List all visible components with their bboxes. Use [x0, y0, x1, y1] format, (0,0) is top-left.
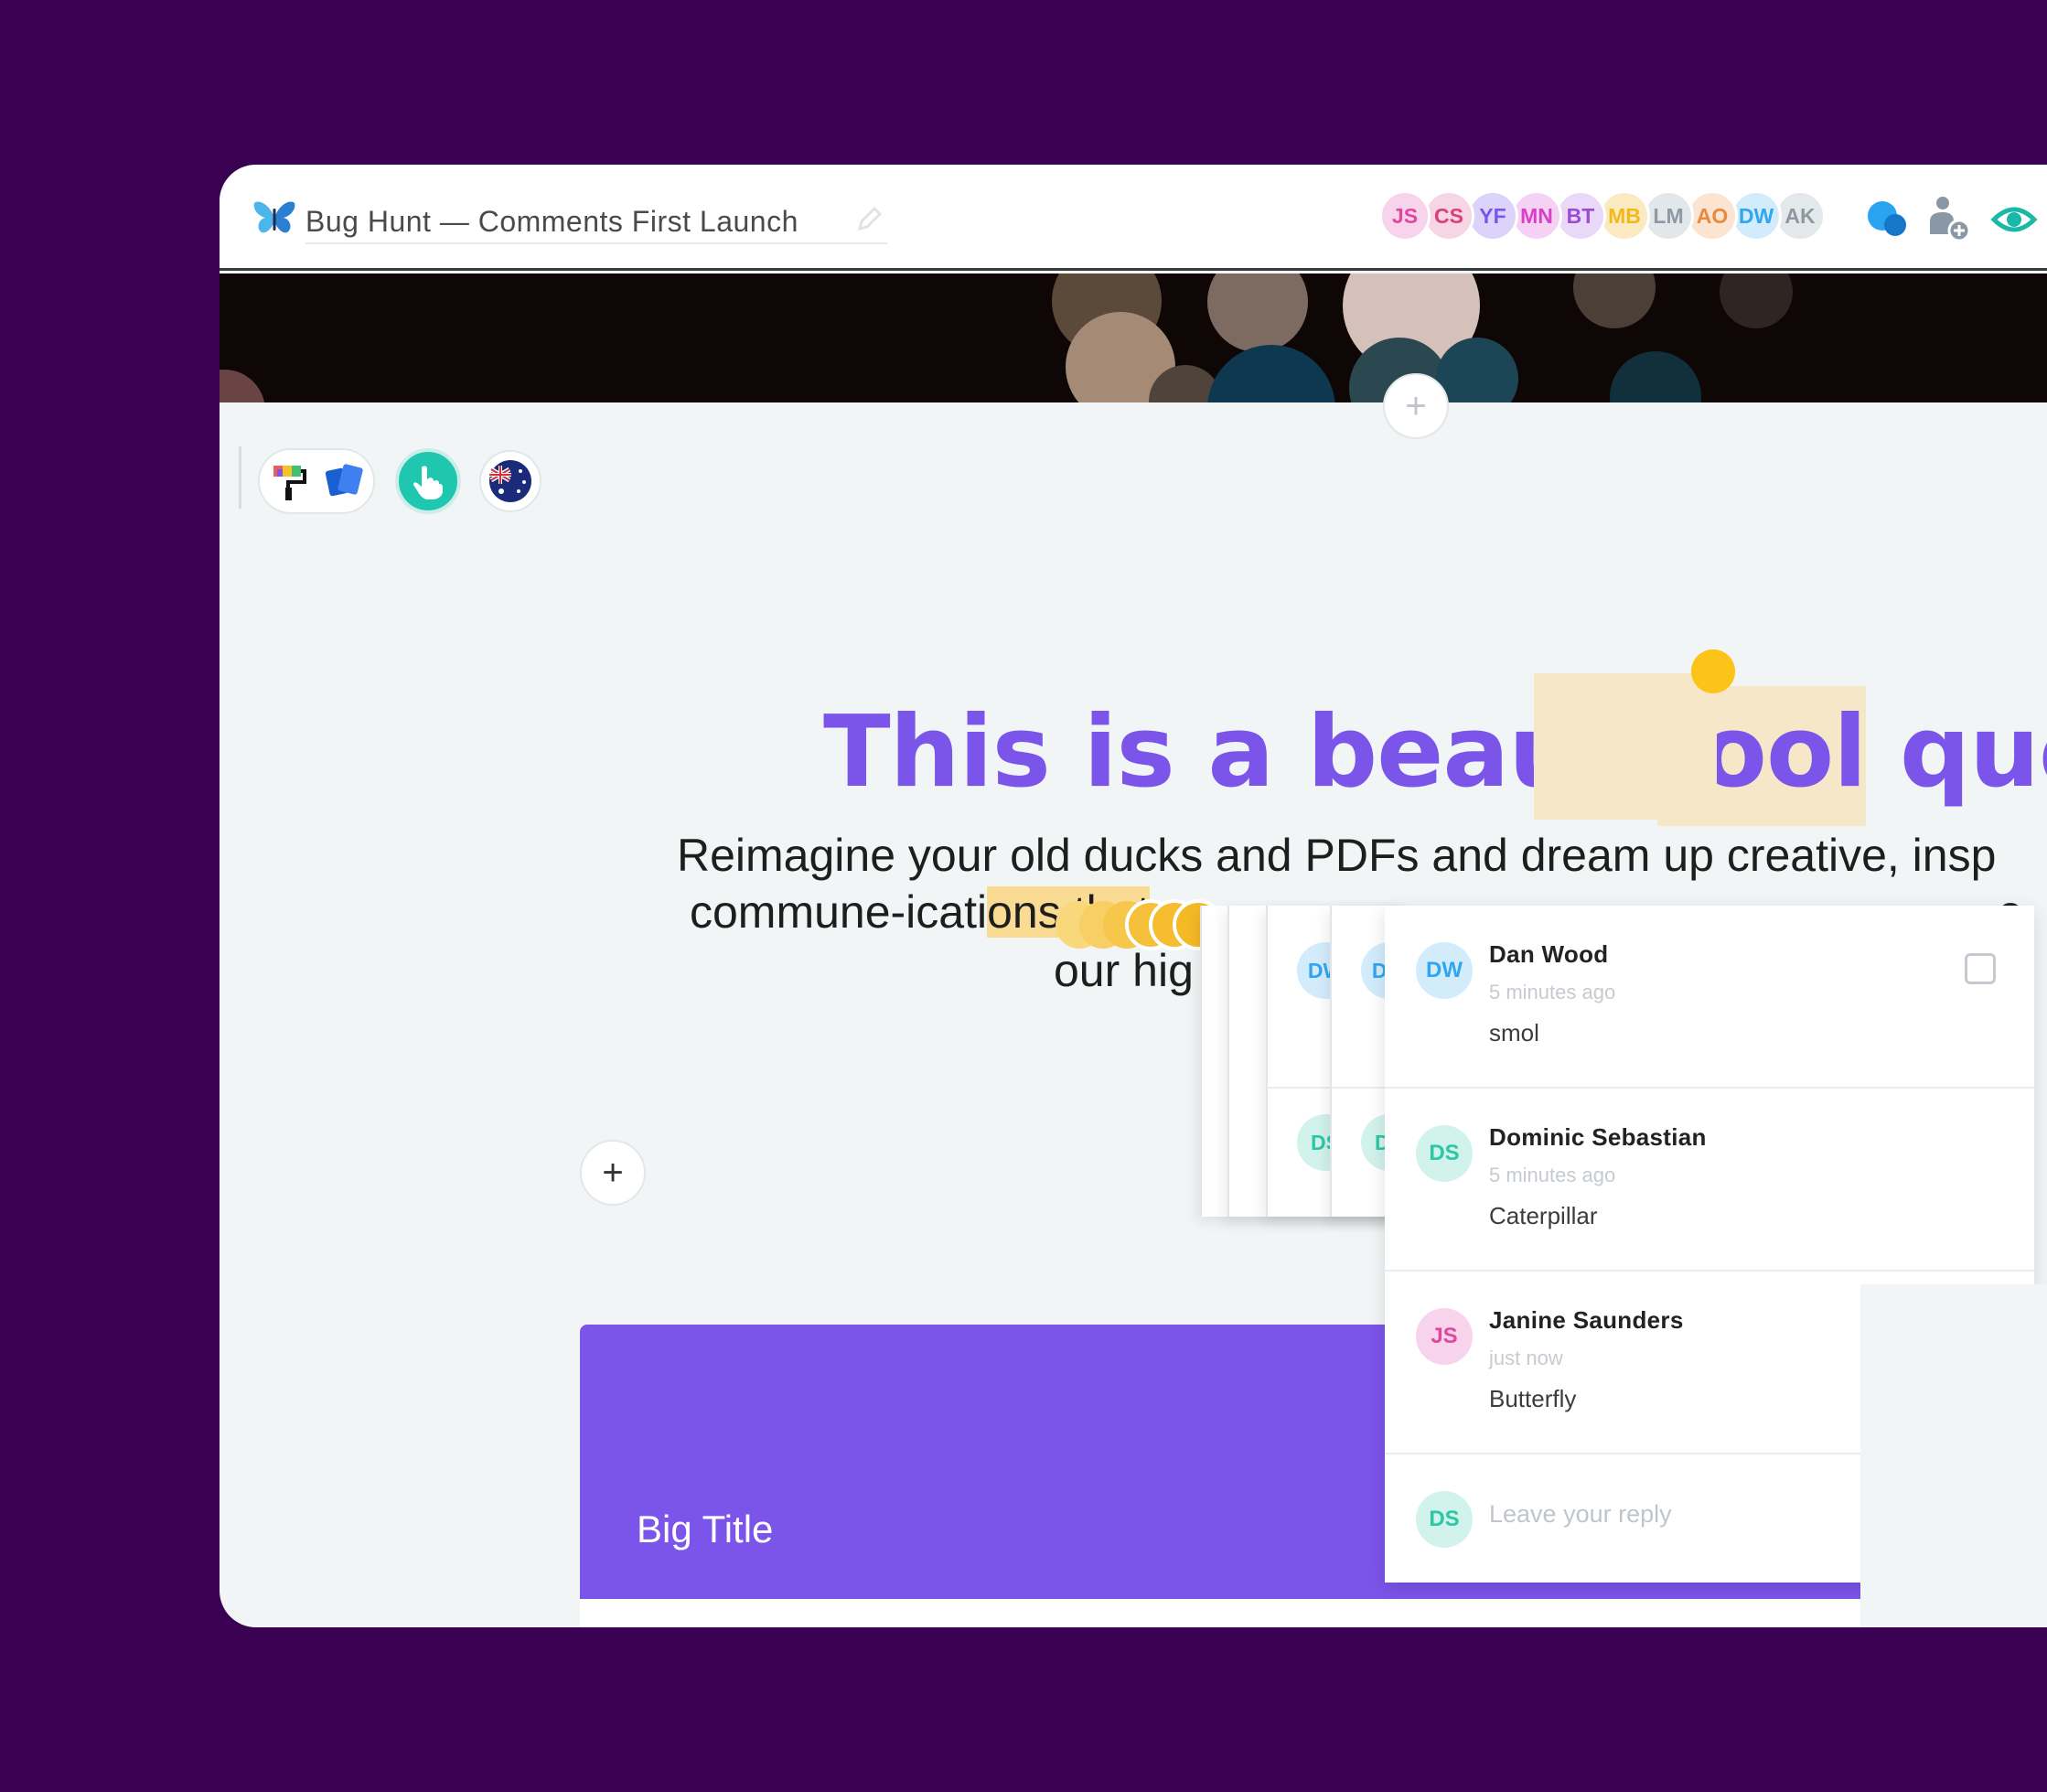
collaborator-avatar[interactable]: LM [1643, 190, 1694, 241]
paragraph-line-2-start: commune-icati [690, 886, 988, 938]
comment-text: Butterfly [1489, 1385, 1577, 1412]
comment-text: Caterpillar [1489, 1202, 1598, 1229]
canvas-background [1860, 1284, 2047, 1627]
pencil-icon[interactable] [852, 203, 885, 236]
collaborator-avatar[interactable]: MB [1599, 190, 1650, 241]
collaborator-avatar[interactable]: CS [1423, 190, 1474, 241]
quote-heading[interactable]: This is a beautifool quote [823, 686, 2047, 826]
eye-icon[interactable] [1988, 194, 2040, 245]
document-title[interactable]: Bug Hunt — Comments First Launch [305, 205, 798, 239]
collaborator-avatar[interactable]: BT [1555, 190, 1606, 241]
collaborator-avatar[interactable]: DW [1731, 190, 1782, 241]
chat-bubbles-icon[interactable] [1862, 194, 1913, 245]
comment-marker-dot[interactable] [1691, 649, 1735, 693]
header-image [220, 274, 2047, 402]
comment-time: 5 minutes ago [1489, 1164, 1616, 1186]
add-block-label: + [602, 1153, 624, 1193]
card-title[interactable]: Big Title [637, 1508, 773, 1551]
comment-time: 5 minutes ago [1489, 981, 1616, 1003]
card-bottom-strip [580, 1599, 1860, 1627]
comment-author: Janine Saunders [1489, 1306, 1684, 1334]
australia-flag-icon[interactable] [479, 450, 541, 512]
resolve-checkbox[interactable] [1965, 953, 1996, 984]
comment-text: smol [1489, 1019, 1539, 1046]
quote-text-start: This is a beauti [823, 695, 1658, 810]
butterfly-icon[interactable] [252, 199, 296, 236]
paint-roller-icon[interactable] [260, 450, 318, 512]
comment-time: just now [1489, 1347, 1563, 1369]
reply-input[interactable]: Leave your reply [1489, 1500, 1672, 1529]
comment-item[interactable]: DS Dominic Sebastian 5 minutes ago Cater… [1385, 1089, 2034, 1272]
collaborator-avatar[interactable]: JS [1379, 190, 1431, 241]
editor-window: Bug Hunt — Comments First Launch JS CS YF M… [220, 165, 2047, 1627]
toolbar-divider [239, 446, 241, 509]
comment-author: Dan Wood [1489, 940, 1609, 968]
comment-item[interactable]: DW Dan Wood 5 minutes ago smol [1385, 906, 2034, 1089]
add-section-button[interactable]: + [1383, 373, 1449, 439]
title-underline [305, 242, 887, 244]
top-bar: Bug Hunt — Comments First Launch JS CS YF M… [220, 165, 2047, 271]
comment-avatar: DS [1416, 1125, 1473, 1182]
quote-highlight-bg [1534, 673, 1717, 820]
cards-icon[interactable] [316, 450, 373, 512]
collaborator-avatar[interactable]: MN [1511, 190, 1562, 241]
quote-text-end: quote [1899, 695, 2047, 810]
comment-avatar: JS [1416, 1308, 1473, 1365]
hand-pointer-icon[interactable] [395, 448, 461, 514]
comment-thread-markers[interactable] [1043, 893, 1226, 957]
collaborator-avatar[interactable]: YF [1467, 190, 1518, 241]
comment-author: Dominic Sebastian [1489, 1123, 1707, 1151]
add-user-icon[interactable] [1923, 194, 1974, 245]
paragraph-line-1[interactable]: Reimagine your old ducks and PDFs and dr… [677, 829, 1996, 882]
collaborator-avatars: JS CS YF MN BT MB LM AO DW AK [1379, 190, 1826, 241]
comment-avatar: DW [1416, 942, 1473, 999]
collaborator-avatar[interactable]: AO [1687, 190, 1738, 241]
app-frame: Bug Hunt — Comments First Launch JS CS YF M… [0, 0, 2047, 1792]
collaborator-avatar[interactable]: AK [1774, 190, 1826, 241]
reply-avatar: DS [1416, 1491, 1473, 1548]
add-block-button[interactable]: + [580, 1140, 646, 1206]
